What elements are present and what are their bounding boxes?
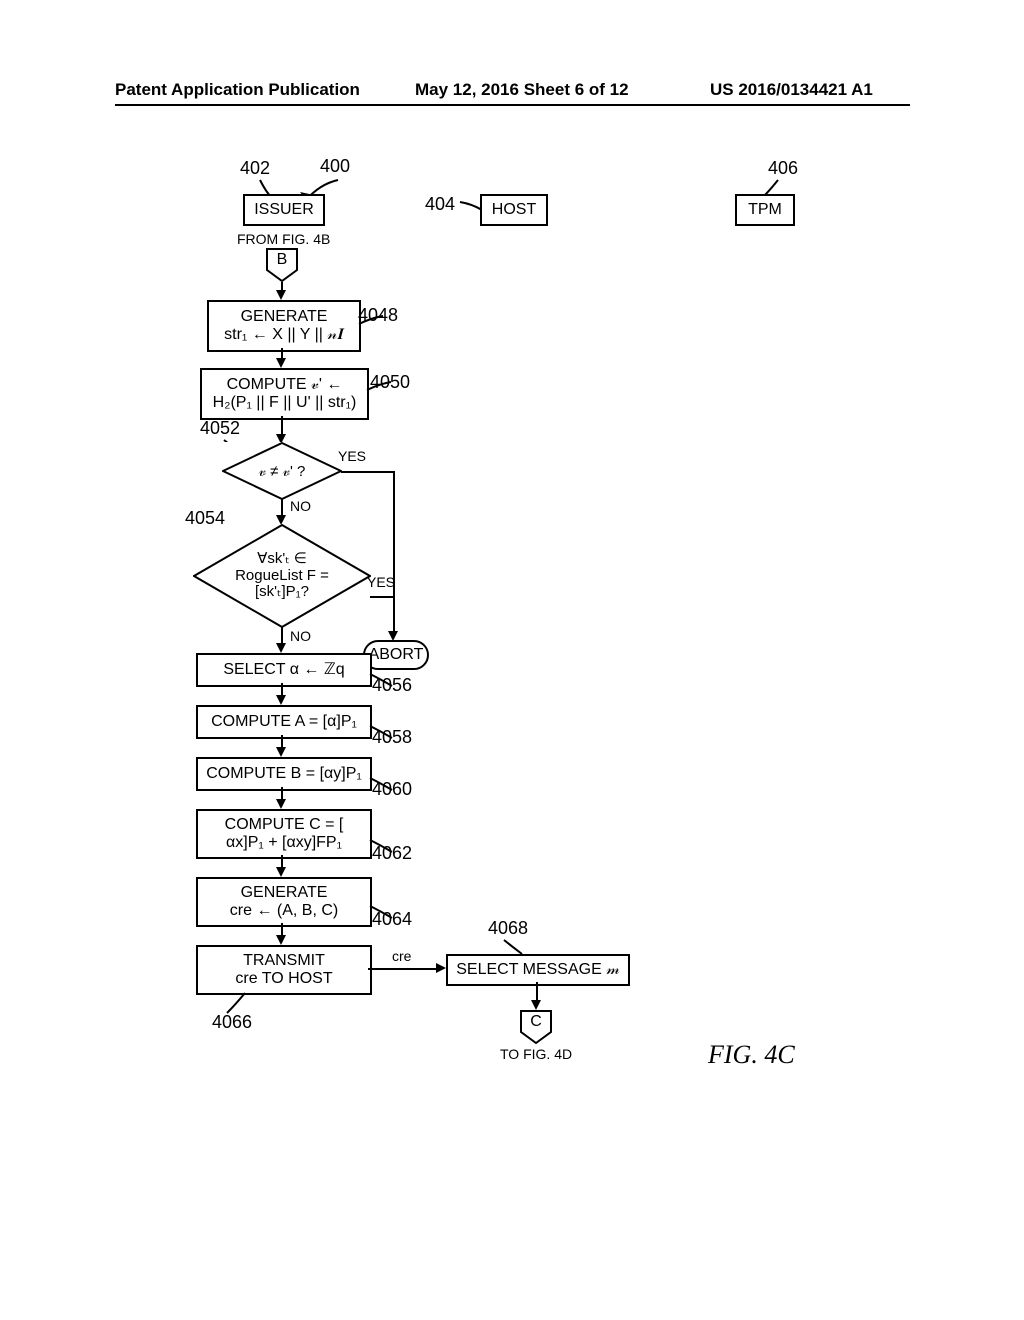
cre-label: cre (392, 948, 411, 964)
step-4064-line2: cre ← (A, B, C) (230, 902, 338, 920)
header-left: Patent Application Publication (115, 80, 360, 100)
arrow (436, 963, 446, 973)
line (368, 968, 438, 970)
no-4052: NO (290, 498, 311, 514)
header-right: US 2016/0134421 A1 (710, 80, 873, 100)
step-4050-line1: COMPUTE 𝓋' ← (227, 376, 343, 394)
ref-402: 402 (240, 158, 270, 179)
issuer-box: ISSUER (243, 194, 325, 226)
arrow (276, 290, 286, 300)
tpm-box: TPM (735, 194, 795, 226)
step-4050: COMPUTE 𝓋' ← H₂(P₁ || F || U' || str₁) (200, 368, 369, 420)
arrow (276, 935, 286, 945)
header-center: May 12, 2016 Sheet 6 of 12 (415, 80, 629, 100)
step-4060-text: COMPUTE B = [αy]P₁ (206, 765, 362, 783)
step-4060: COMPUTE B = [αy]P₁ (196, 757, 372, 791)
connector-c: C (520, 1010, 552, 1044)
step-4062-line2: αx]P₁ + [αxy]FP₁ (226, 834, 342, 852)
step-4068-text: SELECT MESSAGE 𝓂 (456, 961, 620, 979)
ref-4056: 4056 (372, 675, 412, 696)
arrow (276, 643, 286, 653)
from-caption: FROM FIG. 4B (237, 231, 330, 247)
step-4064-line1: GENERATE (241, 884, 328, 902)
host-label: HOST (492, 201, 536, 219)
step-4048-line1: GENERATE (241, 308, 328, 326)
line (370, 596, 393, 598)
patent-page: Patent Application Publication May 12, 2… (0, 0, 1024, 1320)
arrow (276, 867, 286, 877)
connector-c-label: C (520, 1013, 552, 1031)
tpm-label: TPM (748, 201, 782, 219)
arrow (531, 1000, 541, 1010)
step-4062: COMPUTE C = [ αx]P₁ + [αxy]FP₁ (196, 809, 372, 859)
yes-4054: YES (367, 574, 395, 590)
ref-404: 404 (425, 194, 455, 215)
host-box: HOST (480, 194, 548, 226)
step-4050-line2: H₂(P₁ || F || U' || str₁) (213, 394, 357, 412)
issuer-label: ISSUER (254, 201, 314, 219)
ref-400: 400 (320, 156, 350, 177)
line (341, 471, 393, 473)
decision-4054: ∀sk'ₜ ∈ RogueList F = [sk'ₜ]P₁? (193, 524, 371, 628)
header-rule (115, 104, 910, 106)
ref-4062: 4062 (372, 843, 412, 864)
line (393, 471, 395, 633)
line (281, 416, 283, 436)
ref-4060: 4060 (372, 779, 412, 800)
arrow (276, 747, 286, 757)
step-4068: SELECT MESSAGE 𝓂 (446, 954, 630, 986)
arrow (276, 358, 286, 368)
step-4058: COMPUTE A = [α]P₁ (196, 705, 372, 739)
to-caption: TO FIG. 4D (500, 1046, 572, 1062)
connector-b: B (266, 248, 298, 282)
ref-4068: 4068 (488, 918, 528, 939)
ref-406: 406 (768, 158, 798, 179)
step-4062-line1: COMPUTE C = [ (225, 816, 344, 834)
arrow (276, 799, 286, 809)
step-4048-line2: str₁ ← X || Y || 𝓃𝑰 (224, 326, 344, 344)
yes-4052: YES (338, 448, 366, 464)
step-4066-line2: cre TO HOST (235, 970, 332, 988)
ref-4064: 4064 (372, 909, 412, 930)
connector-b-label: B (266, 251, 298, 269)
no-4054: NO (290, 628, 311, 644)
decision-4052: 𝓋 ≠ 𝓋' ? (222, 442, 342, 500)
figure-label: FIG. 4C (708, 1040, 795, 1070)
ref-4066: 4066 (212, 1012, 252, 1033)
step-4066: TRANSMIT cre TO HOST (196, 945, 372, 995)
abort-label: ABORT (369, 646, 424, 664)
step-4056: SELECT α ← ℤq (196, 653, 372, 687)
step-4064: GENERATE cre ← (A, B, C) (196, 877, 372, 927)
abort-oval: ABORT (363, 640, 429, 670)
arrow (276, 695, 286, 705)
step-4058-text: COMPUTE A = [α]P₁ (211, 713, 357, 731)
step-4056-text: SELECT α ← ℤq (223, 661, 344, 679)
step-4066-line1: TRANSMIT (243, 952, 325, 970)
line (536, 982, 538, 1002)
ref-4052: 4052 (200, 418, 240, 439)
ref-4048: 4048 (358, 305, 398, 326)
step-4048: GENERATE str₁ ← X || Y || 𝓃𝑰 (207, 300, 361, 352)
ref-4050: 4050 (370, 372, 410, 393)
ref-4058: 4058 (372, 727, 412, 748)
